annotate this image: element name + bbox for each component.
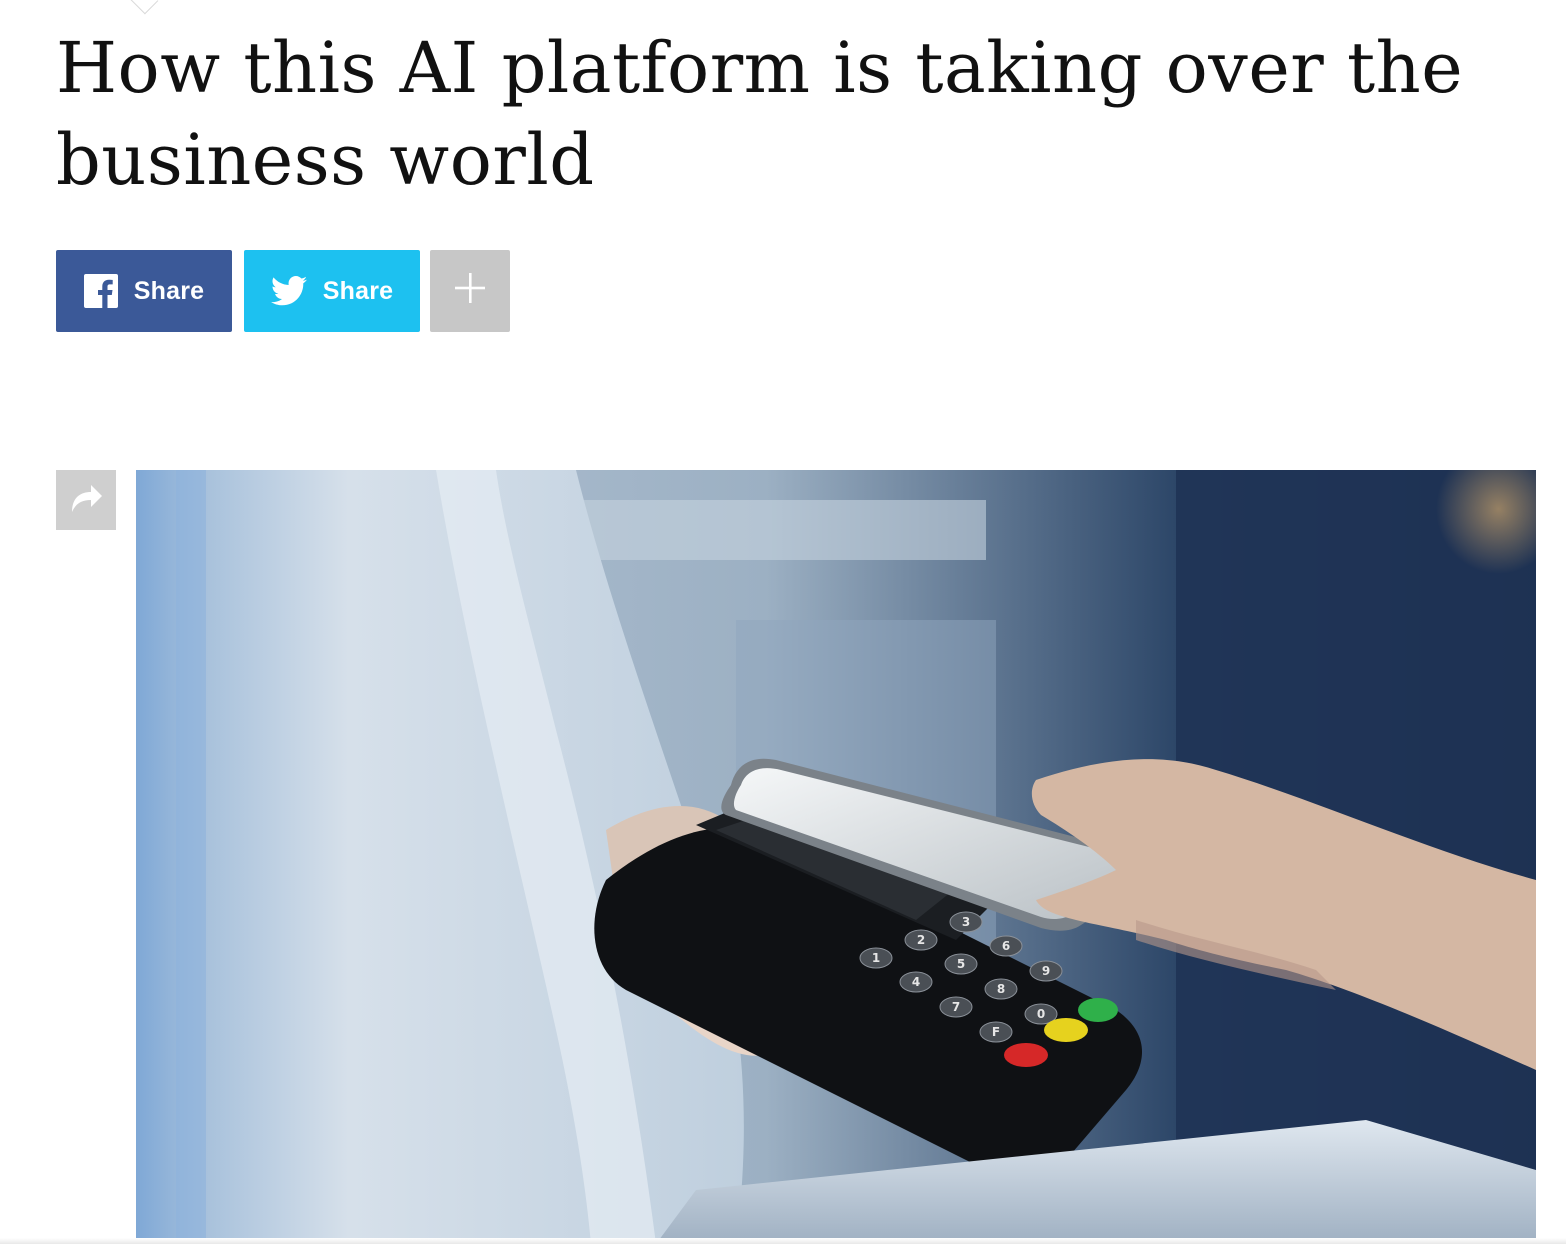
twitter-share-label: Share — [322, 276, 394, 305]
key-label: 1 — [872, 951, 880, 965]
key-label: 8 — [997, 982, 1005, 996]
key-label: 7 — [952, 1000, 960, 1014]
twitter-icon — [270, 276, 307, 306]
twitter-share-button[interactable]: Share — [244, 250, 420, 332]
key-label: F — [992, 1025, 1000, 1039]
key-label: 3 — [962, 915, 970, 929]
more-share-button[interactable] — [430, 250, 510, 332]
share-bar: Share Share — [56, 250, 510, 332]
facebook-icon — [83, 274, 118, 308]
facebook-share-label: Share — [133, 276, 205, 305]
key-label: 9 — [1042, 964, 1050, 978]
hero-image: 1 2 3 4 5 6 7 8 9 F 0 — [136, 470, 1536, 1244]
key-label: 4 — [912, 975, 920, 989]
share-arrow-icon — [66, 478, 106, 523]
page-divider — [0, 1238, 1566, 1244]
plus-icon — [453, 271, 487, 312]
article-headline: How this AI platform is taking over the … — [56, 27, 1464, 201]
header-notch — [128, 0, 159, 15]
facebook-share-button[interactable]: Share — [56, 250, 232, 332]
hero-photo: 1 2 3 4 5 6 7 8 9 F 0 — [136, 470, 1536, 1244]
key-label: 0 — [1037, 1007, 1045, 1021]
image-share-button[interactable] — [56, 470, 116, 530]
key-label: 2 — [917, 933, 925, 947]
key-label: 6 — [1002, 939, 1010, 953]
key-label: 5 — [957, 957, 965, 971]
